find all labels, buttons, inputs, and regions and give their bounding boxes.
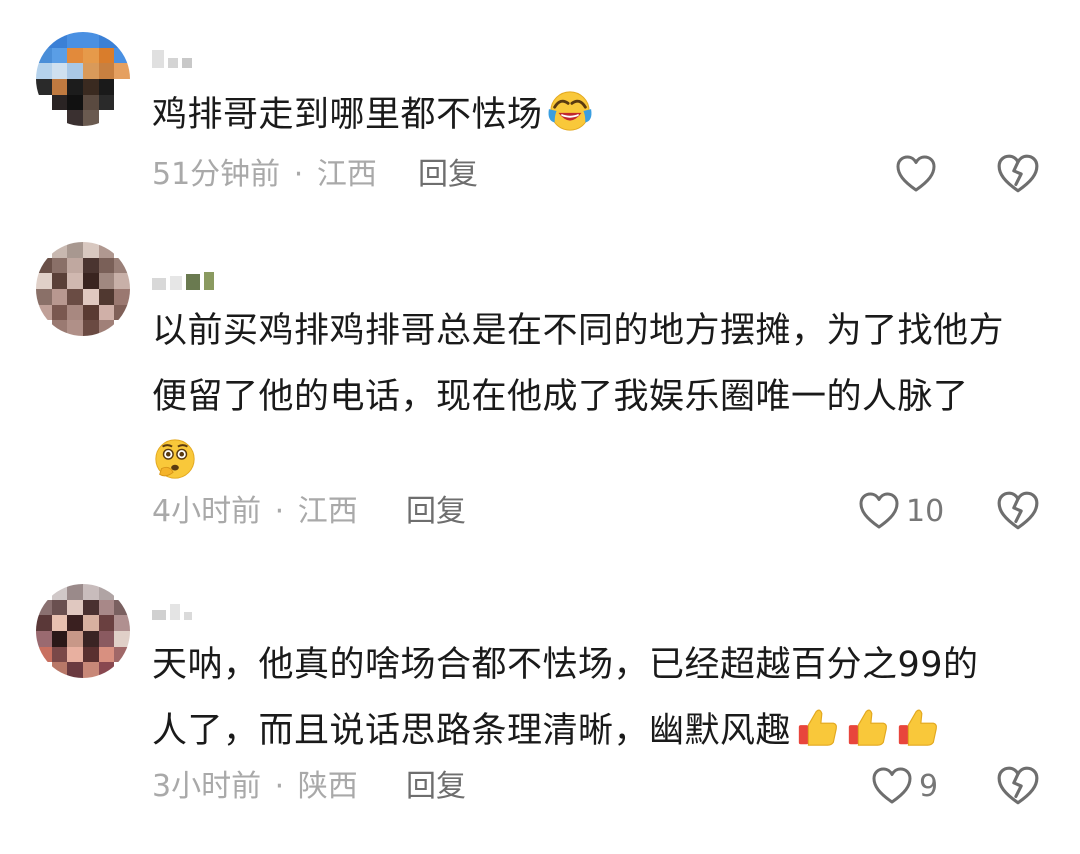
reply-button[interactable]: 回复 <box>418 155 478 195</box>
thumbs-up-emoji <box>848 709 887 746</box>
comment-location: 陕西 <box>297 769 358 804</box>
comment-item: 天呐，他真的啥场合都不怯场，已经超越百分之99的 人了，而且说话思路条理清晰，幽… <box>0 570 1080 854</box>
comment-time: 51分钟前 <box>152 157 281 192</box>
comment-text: 以前买鸡排鸡排哥总是在不同的地方摆摊，为了找他方 便留了他的电话，现在他成了我娱… <box>152 298 1052 496</box>
broken-heart-icon[interactable] <box>996 152 1040 196</box>
avatar[interactable] <box>36 242 130 336</box>
laughing-crying-emoji <box>548 91 591 131</box>
reply-button[interactable]: 回复 <box>406 767 466 807</box>
username-blurred[interactable] <box>152 260 214 290</box>
like-button[interactable]: 10 <box>858 489 944 533</box>
comment-meta: 4小时前 · 江西 <box>152 492 358 532</box>
comment-item: 鸡排哥走到哪里都不怯场 51分钟前 · 江西 回复 <box>0 0 1080 220</box>
like-count: 10 <box>906 493 945 529</box>
avatar[interactable] <box>36 584 130 678</box>
thumbs-up-emoji <box>898 709 937 746</box>
comment-location: 江西 <box>297 494 358 529</box>
comment-meta: 51分钟前 · 江西 <box>152 155 377 195</box>
meta-separator: · <box>274 769 285 804</box>
thumbs-up-emoji <box>798 709 837 746</box>
heart-icon <box>872 767 912 804</box>
like-button[interactable] <box>895 152 943 196</box>
comment-text: 天呐，他真的啥场合都不怯场，已经超越百分之99的 人了，而且说话思路条理清晰，幽… <box>152 645 979 751</box>
reply-button[interactable]: 回复 <box>406 492 466 532</box>
comment-location: 江西 <box>316 157 377 192</box>
username-blurred[interactable] <box>152 590 192 620</box>
avatar[interactable] <box>36 32 130 126</box>
comment-meta: 3小时前 · 陕西 <box>152 767 358 807</box>
comment-time: 4小时前 <box>152 494 262 529</box>
shushing-wow-emoji <box>155 439 195 479</box>
meta-separator: · <box>293 157 304 192</box>
username-blurred[interactable] <box>152 38 192 68</box>
heart-icon <box>896 155 936 192</box>
heart-icon <box>859 492 899 529</box>
broken-heart-icon[interactable] <box>996 489 1040 533</box>
comment-item: 以前买鸡排鸡排哥总是在不同的地方摆摊，为了找他方 便留了他的电话，现在他成了我娱… <box>0 230 1080 560</box>
comment-text: 鸡排哥走到哪里都不怯场 <box>152 82 1052 148</box>
like-button[interactable]: 9 <box>871 764 938 808</box>
broken-heart-icon[interactable] <box>996 764 1040 808</box>
meta-separator: · <box>274 494 285 529</box>
comment-time: 3小时前 <box>152 769 262 804</box>
like-count: 9 <box>919 768 939 804</box>
